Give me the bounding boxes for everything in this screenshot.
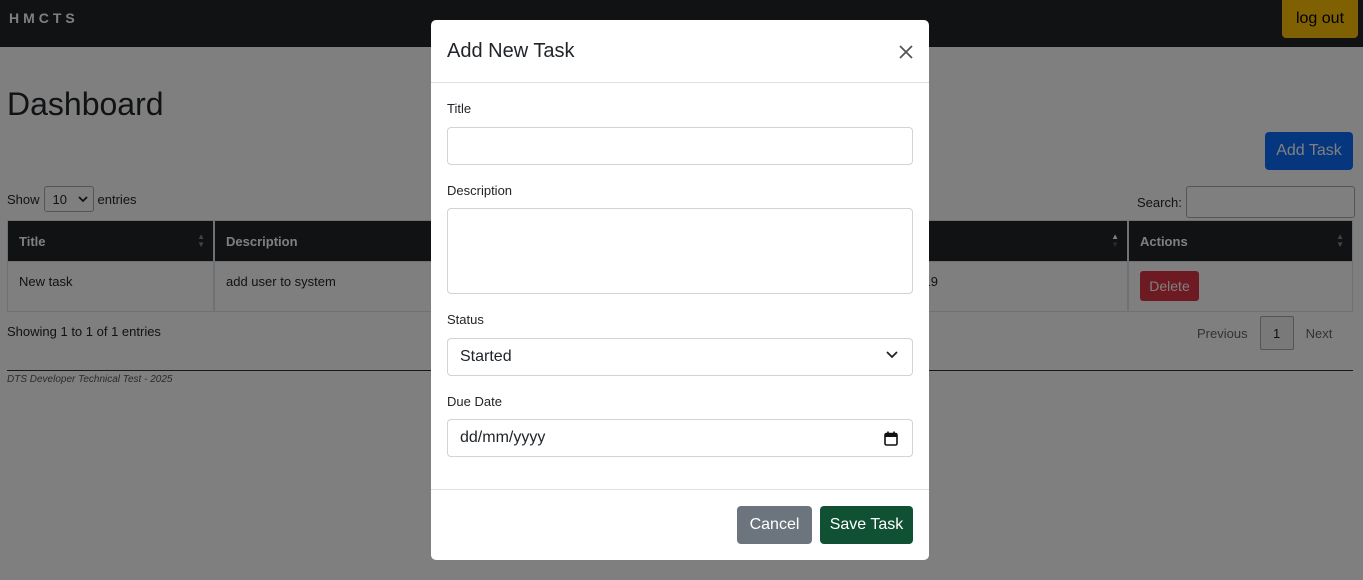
due-date-input[interactable]: dd/mm/yyyy bbox=[447, 419, 913, 457]
due-date-label: Due Date bbox=[447, 394, 502, 409]
status-value: Started bbox=[460, 348, 512, 365]
add-task-modal: Add New Task Title Description Status St… bbox=[431, 20, 929, 560]
chevron-down-icon bbox=[886, 351, 898, 359]
close-icon[interactable] bbox=[895, 41, 917, 63]
title-input[interactable] bbox=[447, 127, 913, 165]
calendar-icon[interactable] bbox=[884, 431, 898, 446]
cancel-button[interactable]: Cancel bbox=[737, 506, 812, 544]
modal-header: Add New Task bbox=[431, 20, 929, 83]
modal-footer-divider bbox=[431, 489, 929, 490]
due-date-value: dd/mm/yyyy bbox=[460, 429, 546, 446]
description-textarea[interactable] bbox=[447, 208, 913, 294]
status-label: Status bbox=[447, 312, 484, 327]
save-task-button[interactable]: Save Task bbox=[820, 506, 913, 544]
modal-title: Add New Task bbox=[447, 40, 575, 62]
status-select[interactable]: Started bbox=[447, 338, 913, 376]
title-label: Title bbox=[447, 101, 472, 116]
description-label: Description bbox=[447, 183, 513, 198]
